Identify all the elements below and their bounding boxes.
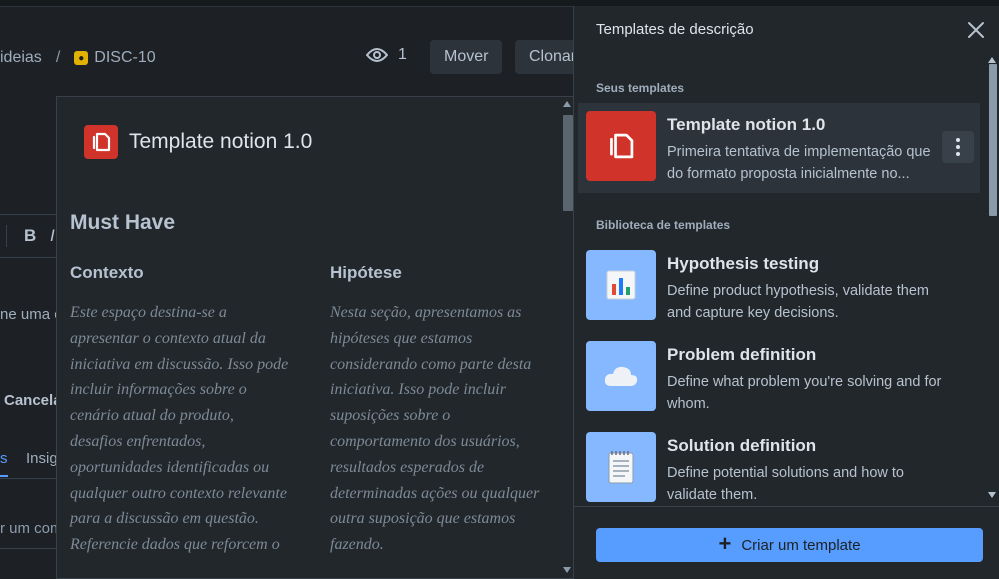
editor-toolbar: B I <box>0 214 60 258</box>
footer-divider <box>574 506 999 507</box>
close-icon <box>968 22 984 38</box>
template-card[interactable]: Template notion 1.0 Primeira tentativa d… <box>578 103 980 193</box>
panel-title: Templates de descrição <box>596 21 754 38</box>
my-templates-label: Seus templates <box>596 81 685 95</box>
scroll-up-arrow-icon[interactable] <box>988 57 996 63</box>
section-heading: Must Have <box>70 211 176 234</box>
hypothesis-text: Nesta seção, apresentamos as hipóteses q… <box>330 304 540 554</box>
template-card[interactable]: Solution definition Define potential sol… <box>578 424 980 514</box>
template-description: Define what problem you're solving and f… <box>667 374 942 412</box>
panel-scroll-thumb[interactable] <box>989 64 997 216</box>
context-heading: Contexto <box>70 263 144 282</box>
copy-document-icon <box>84 125 118 159</box>
preview-title: Template notion 1.0 <box>129 130 313 153</box>
template-card[interactable]: Hypothesis testing Define product hypoth… <box>578 242 980 332</box>
lightbulb-icon: ● <box>74 51 89 65</box>
plus-icon: + <box>718 531 732 556</box>
hypothesis-heading: Hipótese <box>330 263 402 282</box>
comment-input[interactable]: r um com <box>0 520 63 537</box>
more-icon-dot <box>956 145 960 149</box>
template-title: Solution definition <box>667 436 817 455</box>
tab-insights[interactable]: Insig <box>26 450 58 467</box>
toolbar-divider <box>6 225 7 247</box>
scroll-down-arrow-icon[interactable] <box>563 567 571 573</box>
template-description: Primeira tentativa de implementação que … <box>667 144 931 182</box>
more-icon-dot <box>956 138 960 142</box>
more-options-button[interactable] <box>942 131 974 163</box>
template-preview: Template notion 1.0 Must Have Contexto E… <box>56 96 577 579</box>
comment-divider <box>0 548 60 549</box>
templates-panel: Templates de descrição Seus templates Te… <box>573 6 999 579</box>
template-title: Hypothesis testing <box>667 254 820 273</box>
breadcrumb-separator: / <box>55 49 61 66</box>
bar-chart-icon <box>586 250 656 320</box>
template-card[interactable]: Problem definition Define what problem y… <box>578 333 980 423</box>
library-label: Biblioteca de templates <box>596 218 731 232</box>
create-template-button[interactable]: + Criar um template <box>596 528 983 562</box>
scroll-up-arrow-icon[interactable] <box>563 101 571 107</box>
more-icon-dot <box>956 152 960 156</box>
context-text: Este espaço destina-se a apresentar o co… <box>70 304 289 554</box>
move-button[interactable]: Mover <box>430 40 503 74</box>
editor-text[interactable]: ne uma c <box>0 306 62 323</box>
preview-scroll-thumb[interactable] <box>563 115 573 211</box>
scroll-down-arrow-icon[interactable] <box>988 492 996 498</box>
breadcrumb-parent-link[interactable]: ideias <box>0 49 42 67</box>
activity-tabs: s Insig <box>0 440 60 479</box>
eye-icon <box>366 48 388 62</box>
copy-document-icon <box>586 111 656 181</box>
issue-key-link[interactable]: DISC-10 <box>94 49 155 67</box>
template-description: Define product hypothesis, validate them… <box>667 283 929 321</box>
template-title: Problem definition <box>667 345 817 364</box>
watchers-count: 1 <box>398 46 407 63</box>
breadcrumb: ideias / ● DISC-10 <box>0 46 156 70</box>
preview-header: Template notion 1.0 <box>84 125 312 159</box>
cloud-icon <box>586 341 656 411</box>
close-button[interactable] <box>964 18 988 42</box>
notepad-icon <box>586 432 656 502</box>
watchers-button[interactable]: 1 <box>366 46 407 64</box>
create-template-label: Criar um template <box>741 536 861 554</box>
cancel-button[interactable]: Cancela <box>4 392 62 409</box>
italic-button[interactable]: I <box>50 226 55 246</box>
bold-button[interactable]: B <box>24 226 36 246</box>
tab-comments[interactable]: s <box>0 450 8 477</box>
template-description: Define potential solutions and how to va… <box>667 465 904 503</box>
template-title: Template notion 1.0 <box>667 115 826 134</box>
